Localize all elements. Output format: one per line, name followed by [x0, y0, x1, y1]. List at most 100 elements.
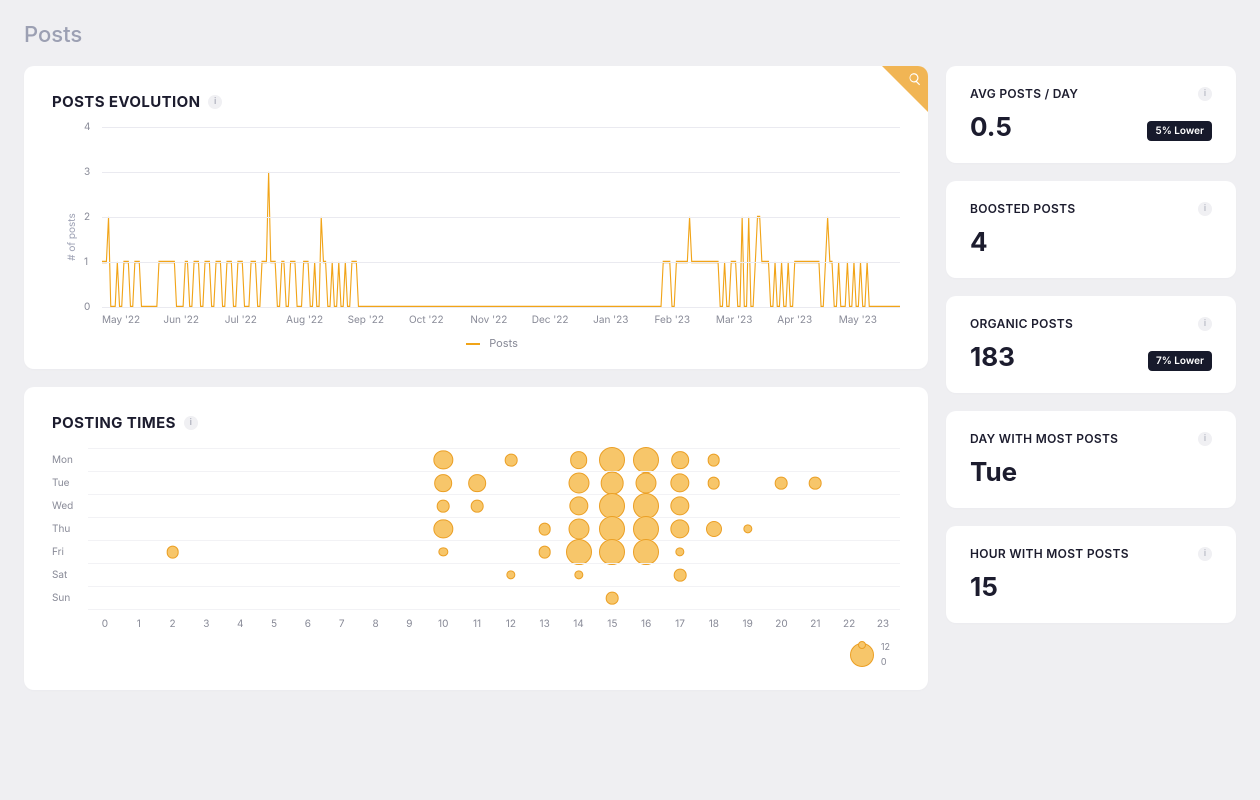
stat-card-day: DAY WITH MOST POSTSiTue: [946, 411, 1236, 508]
grid-line: [102, 262, 900, 263]
info-icon[interactable]: i: [184, 416, 198, 430]
grid-line: [102, 217, 900, 218]
hour-cell: [325, 564, 359, 586]
bubble[interactable]: [570, 451, 588, 469]
hour-cell: [562, 495, 596, 517]
hour-cell: [291, 564, 325, 586]
hour-cell: [832, 541, 866, 563]
hour-cell: [223, 541, 257, 563]
bubble[interactable]: [633, 539, 659, 565]
hour-cell: [765, 449, 799, 471]
bubble[interactable]: [439, 547, 448, 556]
x-tick: 15: [595, 618, 629, 630]
hour-cell: [88, 518, 122, 540]
hour-cell: [731, 587, 765, 609]
bubble[interactable]: [538, 523, 551, 536]
search-icon: [908, 72, 922, 86]
hour-cell: [189, 495, 223, 517]
hour-cell: [494, 495, 528, 517]
bubble[interactable]: [538, 546, 551, 559]
hour-cell: [528, 449, 562, 471]
hour-cell: [866, 541, 900, 563]
hour-cell: [291, 495, 325, 517]
info-icon[interactable]: i: [1198, 547, 1212, 561]
x-tick: 2: [156, 618, 190, 630]
x-tick: Sep '22: [348, 314, 409, 326]
x-tick: May '22: [102, 314, 163, 326]
bubble[interactable]: [574, 570, 583, 579]
hour-cell: [866, 587, 900, 609]
bubble[interactable]: [606, 592, 619, 605]
bubble[interactable]: [568, 519, 589, 540]
hour-cell: [832, 518, 866, 540]
bubble[interactable]: [568, 473, 589, 494]
bubble[interactable]: [505, 454, 518, 467]
hour-cell: [798, 472, 832, 494]
bubble[interactable]: [468, 474, 486, 492]
bubble[interactable]: [434, 519, 453, 538]
bubble[interactable]: [674, 569, 687, 582]
bubble[interactable]: [636, 473, 657, 494]
bubble[interactable]: [601, 472, 624, 495]
hour-cell: [460, 472, 494, 494]
bubble[interactable]: [633, 447, 659, 473]
bubble[interactable]: [706, 521, 722, 537]
hour-cell: [426, 472, 460, 494]
bubble-legend: 12 0: [52, 642, 900, 668]
info-icon[interactable]: i: [1198, 432, 1212, 446]
x-tick: 9: [392, 618, 426, 630]
bubble[interactable]: [671, 451, 689, 469]
day-row: Thu: [88, 517, 900, 540]
hour-cell: [426, 564, 460, 586]
bubble[interactable]: [707, 454, 720, 467]
line-legend: Posts: [84, 336, 900, 350]
bubble[interactable]: [471, 500, 484, 513]
bubble[interactable]: [599, 447, 625, 473]
day-label: Thu: [52, 523, 82, 535]
bubble[interactable]: [809, 477, 822, 490]
bubble[interactable]: [670, 519, 689, 538]
bubble[interactable]: [670, 496, 689, 515]
hour-cell: [359, 449, 393, 471]
hour-cell: [765, 564, 799, 586]
bubble[interactable]: [437, 500, 450, 513]
grid-line: [102, 307, 900, 308]
hour-cell: [528, 472, 562, 494]
x-tick: 21: [798, 618, 832, 630]
bubble[interactable]: [670, 473, 689, 492]
bubble[interactable]: [775, 477, 788, 490]
hour-cell: [156, 449, 190, 471]
hour-cell: [189, 564, 223, 586]
hour-cell: [798, 541, 832, 563]
info-icon[interactable]: i: [1198, 317, 1212, 331]
info-icon[interactable]: i: [1198, 202, 1212, 216]
legend-min-value: 0: [881, 657, 890, 668]
bubble[interactable]: [707, 477, 720, 490]
day-label: Sat: [52, 569, 82, 581]
bubble[interactable]: [434, 474, 452, 492]
bubble[interactable]: [566, 539, 592, 565]
hour-cell: [426, 495, 460, 517]
hour-cell: [832, 587, 866, 609]
hour-cell: [731, 495, 765, 517]
y-tick: 4: [84, 121, 90, 133]
hour-cell: [392, 495, 426, 517]
bubble[interactable]: [434, 450, 453, 469]
hour-cell: [189, 541, 223, 563]
bubble[interactable]: [599, 539, 625, 565]
bubble[interactable]: [675, 547, 684, 556]
legend-min-circle: [858, 641, 866, 649]
posts-page: Posts POSTS EVOLUTION i # of posts: [0, 0, 1260, 730]
bubble[interactable]: [569, 496, 588, 515]
hour-cell: [697, 587, 731, 609]
bubble[interactable]: [506, 570, 515, 579]
hour-cell: [325, 495, 359, 517]
bubble[interactable]: [166, 546, 179, 559]
bubble[interactable]: [743, 524, 752, 533]
x-tick: Dec '22: [532, 314, 593, 326]
info-icon[interactable]: i: [1198, 87, 1212, 101]
hour-cell: [392, 541, 426, 563]
info-icon[interactable]: i: [208, 95, 222, 109]
hour-cell: [494, 541, 528, 563]
hour-cell: [223, 587, 257, 609]
